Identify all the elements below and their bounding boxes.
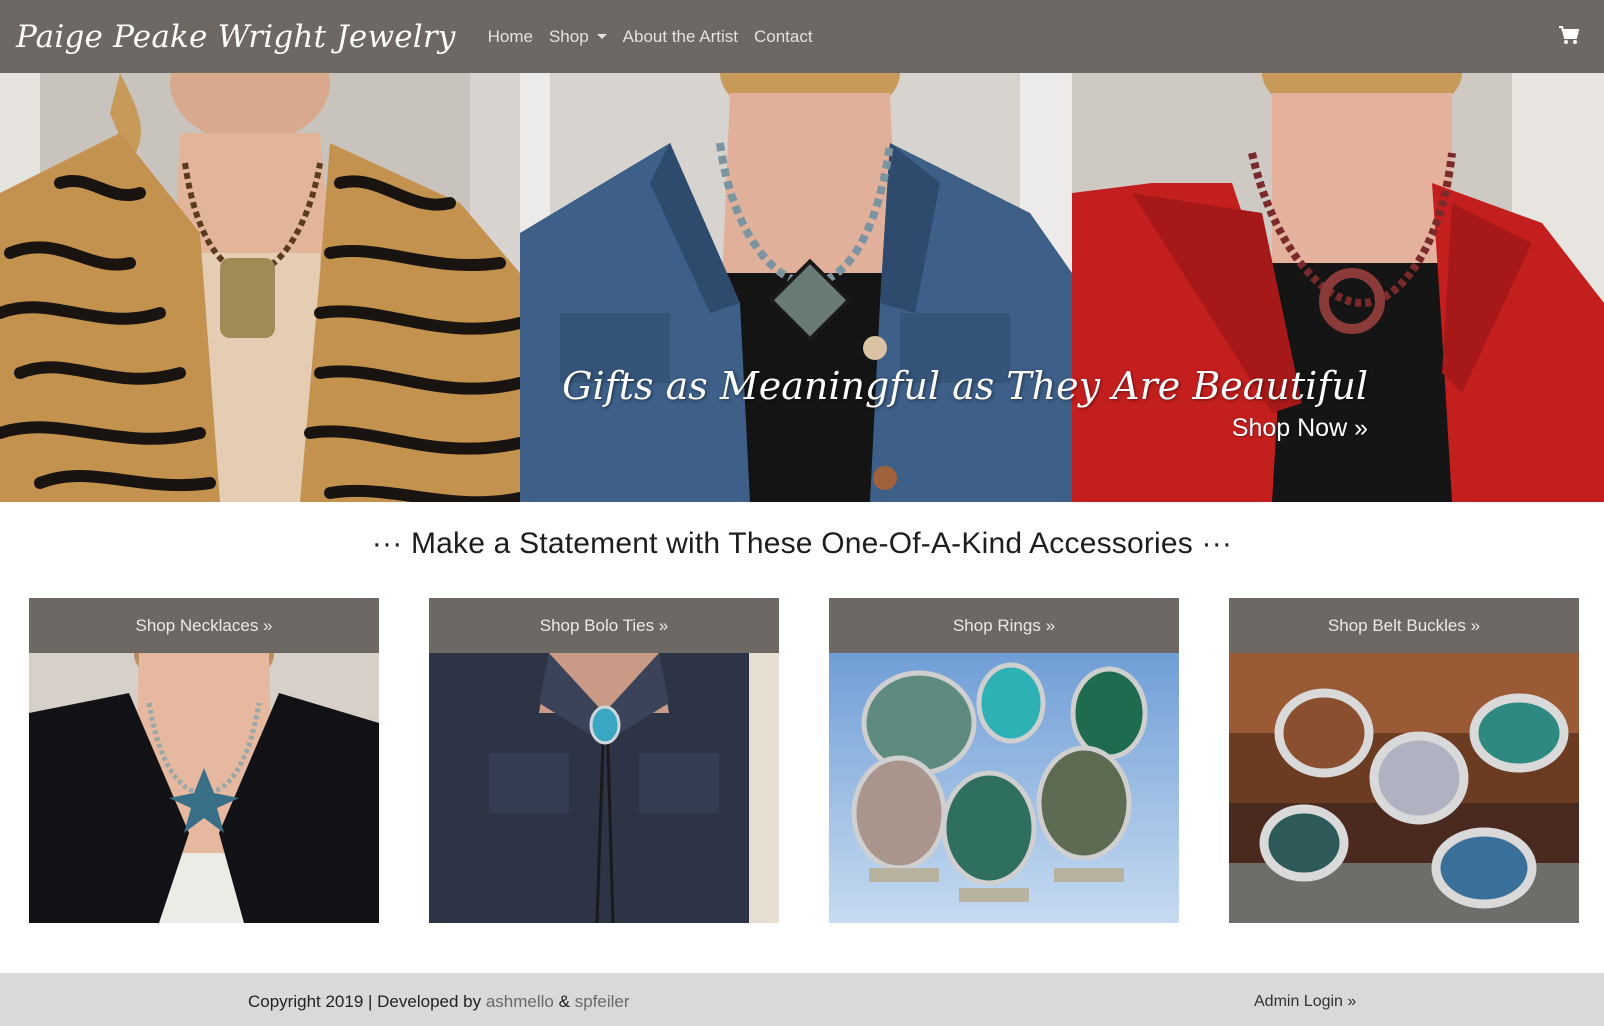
necklaces-image: [29, 653, 379, 923]
hero-banner: Gifts as Meaningful as They Are Beautifu…: [0, 73, 1604, 502]
copyright-text: Copyright 2019 | Developed by: [248, 992, 486, 1011]
category-card-necklaces[interactable]: Shop Necklaces »: [29, 598, 379, 923]
category-card-belt-buckles[interactable]: Shop Belt Buckles »: [1229, 598, 1579, 923]
footer: Copyright 2019 | Developed by ashmello &…: [0, 973, 1604, 1026]
hero-image-tiger-coat: [0, 73, 520, 502]
hero-tagline: Gifts as Meaningful as They Are Beautifu…: [562, 364, 1368, 408]
nav-home[interactable]: Home: [480, 27, 541, 47]
admin-login-link[interactable]: Admin Login »: [1254, 993, 1356, 1011]
bolo-ties-image: [429, 653, 779, 923]
ampersand: &: [553, 992, 575, 1011]
category-card-rings[interactable]: Shop Rings »: [829, 598, 1179, 923]
section-headline: ··· Make a Statement with These One-Of-A…: [371, 527, 1233, 560]
category-cards: Shop Necklaces » Shop Bolo Ties » Shop R…: [29, 598, 1579, 923]
nav-contact[interactable]: Contact: [746, 27, 821, 47]
hero-caption: Gifts as Meaningful as They Are Beautifu…: [562, 364, 1368, 443]
nav-about[interactable]: About the Artist: [615, 27, 746, 47]
shop-necklaces-link[interactable]: Shop Necklaces »: [29, 598, 379, 653]
brand-logo[interactable]: Paige Peake Wright Jewelry: [16, 19, 456, 55]
nav-shop-dropdown[interactable]: Shop: [541, 27, 615, 47]
developer-link-ashmello[interactable]: ashmello: [486, 992, 554, 1011]
rings-image: [829, 653, 1179, 923]
belt-buckles-image: [1229, 653, 1579, 923]
nav-shop-label: Shop: [548, 26, 589, 46]
shopping-cart-icon[interactable]: [1558, 25, 1580, 45]
shop-belt-buckles-link[interactable]: Shop Belt Buckles »: [1229, 598, 1579, 653]
developer-link-spfeiler[interactable]: spfeiler: [575, 992, 630, 1011]
nav-links: Home Shop About the Artist Contact: [480, 27, 821, 47]
footer-copyright: Copyright 2019 | Developed by ashmello &…: [248, 992, 630, 1012]
category-card-bolo-ties[interactable]: Shop Bolo Ties »: [429, 598, 779, 923]
shop-now-link[interactable]: Shop Now »: [562, 414, 1368, 443]
navbar: Paige Peake Wright Jewelry Home Shop Abo…: [0, 0, 1604, 73]
chevron-down-icon: [596, 34, 607, 39]
shop-bolo-ties-link[interactable]: Shop Bolo Ties »: [429, 598, 779, 653]
shop-rings-link[interactable]: Shop Rings »: [829, 598, 1179, 653]
